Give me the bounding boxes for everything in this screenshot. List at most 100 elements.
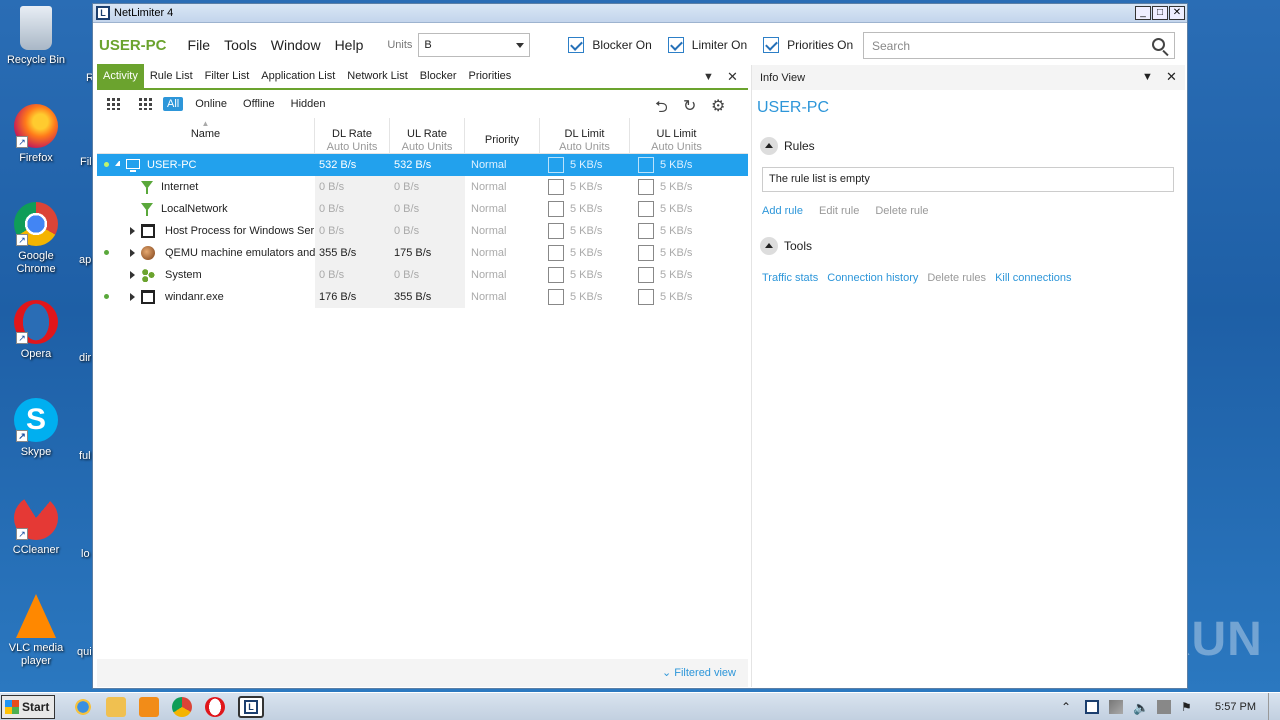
tab-priorities[interactable]: Priorities	[462, 64, 517, 89]
dl-limit-checkbox[interactable]	[548, 157, 564, 174]
firefox-desktop-icon[interactable]: ↗ Firefox	[6, 104, 66, 165]
table-row[interactable]: System 0 B/s 0 B/s Normal 5 KB/s 5 KB/s	[97, 264, 748, 286]
ul-limit-checkbox[interactable]	[638, 179, 654, 196]
panel-menu-chevron-icon[interactable]: ▼	[703, 71, 714, 83]
battery-icon[interactable]	[1157, 700, 1172, 714]
vlc-desktop-icon[interactable]: VLC media player	[6, 594, 66, 668]
table-row[interactable]: Internet 0 B/s 0 B/s Normal 5 KB/s 5 KB/s	[97, 176, 748, 198]
column-dl-limit[interactable]: DL Limit Auto Units	[540, 118, 630, 153]
rules-section-toggle[interactable]: Rules	[760, 137, 1185, 155]
dl-limit-checkbox[interactable]	[548, 201, 564, 218]
recycle-bin-desktop-icon[interactable]: Recycle Bin	[6, 6, 66, 67]
tab-blocker[interactable]: Blocker	[414, 64, 463, 89]
chrome-taskbar-icon[interactable]	[172, 696, 192, 717]
media-player-icon[interactable]	[139, 696, 159, 717]
dl-limit-checkbox[interactable]	[548, 289, 564, 306]
expand-arrow-icon[interactable]	[130, 271, 135, 279]
edit-rule-link[interactable]: Edit rule	[819, 205, 859, 217]
clock[interactable]: 5:57 PM	[1215, 701, 1256, 713]
column-ul-rate[interactable]: UL Rate Auto Units	[390, 118, 465, 153]
delete-rules-link[interactable]: Delete rules	[927, 272, 986, 284]
panel-menu-chevron-icon[interactable]: ▼	[1142, 71, 1153, 83]
units-select[interactable]: B	[418, 33, 531, 57]
row-priority[interactable]: Normal	[465, 176, 540, 198]
table-row[interactable]: Host Process for Windows Ser 0 B/s 0 B/s No…	[97, 220, 748, 242]
ul-limit-checkbox[interactable]	[638, 289, 654, 306]
panel-close-icon[interactable]: ✕	[727, 69, 738, 85]
menu-file[interactable]: File	[188, 37, 211, 53]
kill-connections-link[interactable]: Kill connections	[995, 272, 1071, 284]
connection-history-link[interactable]: Connection history	[827, 272, 918, 284]
dl-limit-checkbox[interactable]	[548, 179, 564, 196]
search-input[interactable]: Search	[863, 32, 1175, 59]
filter-online[interactable]: Online	[191, 97, 231, 111]
ccleaner-desktop-icon[interactable]: ↗ CCleaner	[6, 496, 66, 557]
skype-desktop-icon[interactable]: S ↗ Skype	[6, 398, 66, 459]
tools-section-toggle[interactable]: Tools	[760, 237, 1185, 255]
tab-activity[interactable]: Activity	[97, 64, 144, 89]
ul-limit-checkbox[interactable]	[638, 157, 654, 174]
grid-view-icon[interactable]	[107, 98, 121, 110]
action-center-flag-icon[interactable]: ⚑	[1181, 700, 1195, 714]
filter-hidden[interactable]: Hidden	[287, 97, 330, 111]
menu-window[interactable]: Window	[271, 37, 321, 53]
table-row[interactable]: windanr.exe 176 B/s 355 B/s Normal 5 KB/s 5 K…	[97, 286, 748, 308]
internet-explorer-icon[interactable]	[73, 696, 93, 717]
table-row[interactable]: USER-PC 532 B/s 532 B/s Normal 5 KB/s 5 KB/s	[97, 154, 748, 176]
row-priority[interactable]: Normal	[465, 154, 540, 176]
grid-detail-icon[interactable]	[139, 98, 153, 110]
filter-offline[interactable]: Offline	[239, 97, 279, 111]
network-icon[interactable]	[1109, 700, 1124, 714]
close-button[interactable]: ✕	[1169, 6, 1185, 20]
opera-desktop-icon[interactable]: ↗ Opera	[6, 300, 66, 361]
ul-limit-checkbox[interactable]	[638, 267, 654, 284]
expand-arrow-icon[interactable]	[115, 161, 120, 166]
title-bar[interactable]: L NetLimiter 4 _ □ ✕	[93, 4, 1187, 23]
tab-rule-list[interactable]: Rule List	[144, 64, 199, 89]
table-row[interactable]: QEMU machine emulators and 355 B/s 175 B/s…	[97, 242, 748, 264]
expand-arrow-icon[interactable]	[130, 293, 135, 301]
tab-application-list[interactable]: Application List	[255, 64, 341, 89]
filtered-view-toggle[interactable]: ⌄ Filtered view	[662, 666, 736, 679]
start-button[interactable]: Start	[1, 694, 55, 719]
file-explorer-icon[interactable]	[106, 696, 126, 717]
row-priority[interactable]: Normal	[465, 220, 540, 242]
volume-icon[interactable]: 🔈	[1133, 700, 1149, 715]
refresh-icon[interactable]: ↻	[683, 96, 696, 116]
column-ul-limit[interactable]: UL Limit Auto Units	[630, 118, 723, 153]
chrome-desktop-icon[interactable]: ↗ Google Chrome	[6, 202, 66, 276]
panel-close-icon[interactable]: ✕	[1166, 69, 1177, 85]
row-priority[interactable]: Normal	[465, 264, 540, 286]
gear-icon[interactable]: ⚙	[711, 96, 725, 116]
dl-limit-checkbox[interactable]	[548, 223, 564, 240]
expand-arrow-icon[interactable]	[130, 227, 135, 235]
expand-arrow-icon[interactable]	[130, 249, 135, 257]
opera-taskbar-icon[interactable]	[205, 696, 225, 717]
limiter-on-checkbox[interactable]: Limiter On	[667, 37, 747, 53]
column-name[interactable]: ▲ Name	[97, 118, 315, 153]
dl-limit-checkbox[interactable]	[548, 245, 564, 262]
search-icon[interactable]	[1152, 38, 1165, 51]
filter-all[interactable]: All	[163, 97, 184, 111]
priorities-on-checkbox[interactable]: Priorities On	[763, 37, 853, 53]
show-desktop-button[interactable]	[1268, 693, 1280, 720]
traffic-stats-link[interactable]: Traffic stats	[762, 272, 818, 284]
ul-limit-checkbox[interactable]	[638, 245, 654, 262]
delete-rule-link[interactable]: Delete rule	[875, 205, 928, 217]
dl-limit-checkbox[interactable]	[548, 267, 564, 284]
maximize-button[interactable]: □	[1152, 6, 1168, 20]
netlimiter-tray-icon[interactable]	[1085, 700, 1100, 714]
row-priority[interactable]: Normal	[465, 242, 540, 264]
tab-filter-list[interactable]: Filter List	[199, 64, 256, 89]
row-priority[interactable]: Normal	[465, 286, 540, 308]
add-rule-link[interactable]: Add rule	[762, 205, 803, 217]
netlimiter-taskbar-icon[interactable]: L	[238, 695, 264, 718]
minimize-button[interactable]: _	[1135, 6, 1151, 20]
menu-help[interactable]: Help	[335, 37, 364, 53]
ul-limit-checkbox[interactable]	[638, 223, 654, 240]
column-dl-rate[interactable]: DL Rate Auto Units	[315, 118, 390, 153]
column-priority[interactable]: Priority	[465, 118, 540, 153]
table-row[interactable]: LocalNetwork 0 B/s 0 B/s Normal 5 KB/s 5 KB/s	[97, 198, 748, 220]
row-priority[interactable]: Normal	[465, 198, 540, 220]
ul-limit-checkbox[interactable]	[638, 201, 654, 218]
